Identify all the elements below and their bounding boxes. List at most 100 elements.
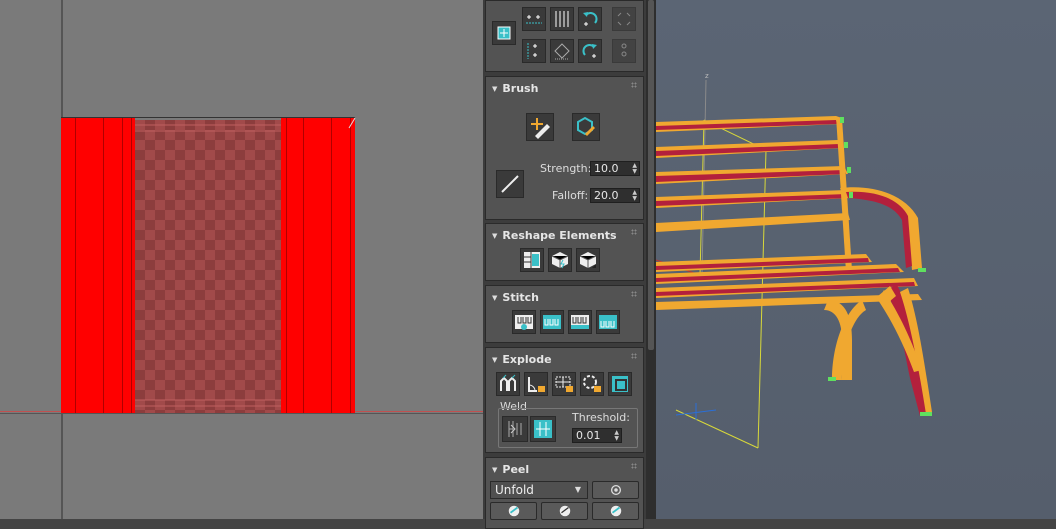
relax-button[interactable] xyxy=(548,248,572,272)
flatten-by-angle-button[interactable] xyxy=(524,372,548,396)
uv-edges-overlay xyxy=(135,117,356,407)
explode-rollout: ▼ Explode Weld Threshold: 0.01 ▲ ▼ xyxy=(485,347,644,453)
3d-viewport[interactable]: z xyxy=(656,0,1056,519)
pins-icon xyxy=(610,505,622,517)
stitch-average-button[interactable] xyxy=(568,310,592,334)
break-icon xyxy=(500,374,516,391)
scrollbar-thumb[interactable] xyxy=(648,0,654,350)
stitch-target-button[interactable] xyxy=(540,310,564,334)
rotate-ccw-button[interactable] xyxy=(578,7,602,31)
peel-mode-dropdown[interactable]: Unfold ▼ xyxy=(490,481,588,499)
space-vertical-icon xyxy=(555,11,569,27)
peel-mode-button[interactable] xyxy=(541,502,588,520)
freeform-gizmo-button[interactable] xyxy=(492,21,516,45)
move-brush-icon xyxy=(531,118,550,139)
relax-settings-button[interactable] xyxy=(576,248,600,272)
rollout-grip-icon[interactable] xyxy=(631,82,637,88)
stitch-source-button[interactable] xyxy=(596,310,620,334)
flatten-by-angle-icon xyxy=(528,377,545,392)
relax-settings-icon xyxy=(579,252,597,268)
break-button[interactable] xyxy=(496,372,520,396)
strength-spinner[interactable]: 10.0 ▲ ▼ xyxy=(590,161,640,176)
pins-button[interactable] xyxy=(592,502,639,520)
flatten-by-polygon-button[interactable] xyxy=(552,372,576,396)
threshold-value: 0.01 xyxy=(576,429,601,442)
rollout-grip-icon[interactable] xyxy=(631,463,637,469)
brush-rollout: ▼ Brush Strength: 10.0 ▲ ▼ Falloff: 20.0 ▲ ▼ xyxy=(485,76,644,220)
flatten-by-smoothing-button[interactable] xyxy=(580,372,604,396)
space-horizontal-button[interactable] xyxy=(550,39,574,63)
uv-editor-viewport[interactable] xyxy=(0,0,483,519)
stitch-custom-button[interactable] xyxy=(512,310,536,334)
brush-rollout-header[interactable]: ▼ Brush xyxy=(492,82,538,95)
threshold-label: Threshold: xyxy=(572,411,630,424)
stitch-custom-icon xyxy=(515,315,533,330)
threshold-spinner[interactable]: 0.01 ▲ ▼ xyxy=(572,428,622,443)
stitch-title: Stitch xyxy=(502,291,539,304)
falloff-curve-icon xyxy=(501,175,519,193)
rotate-ccw-icon xyxy=(583,12,598,26)
reshape-rollout-header[interactable]: ▼ Reshape Elements xyxy=(492,229,617,242)
spinner-arrows-icon[interactable]: ▲ ▼ xyxy=(632,190,637,202)
stitch-rollout: ▼ Stitch xyxy=(485,285,644,343)
align-horizontal-icon xyxy=(526,15,542,24)
freeform-icon xyxy=(497,26,511,40)
stitch-average-icon xyxy=(571,315,589,329)
flatten-by-material-button[interactable] xyxy=(608,372,632,396)
rotate-cw-button[interactable] xyxy=(578,39,602,63)
peel-title: Peel xyxy=(502,463,530,476)
quick-peel-button[interactable] xyxy=(490,502,537,520)
reshape-title: Reshape Elements xyxy=(502,229,617,242)
spinner-arrows-icon[interactable]: ▲ ▼ xyxy=(614,430,619,442)
flatten-by-smoothing-icon xyxy=(583,375,601,392)
panel-scrollbar[interactable] xyxy=(646,0,656,519)
relax-icon xyxy=(551,252,569,269)
explode-rollout-header[interactable]: ▼ Explode xyxy=(492,353,552,366)
peel-mode-value: Unfold xyxy=(495,483,534,497)
align-horizontal-button[interactable] xyxy=(522,7,546,31)
rollout-grip-icon[interactable] xyxy=(631,353,637,359)
flatten-by-polygon-icon xyxy=(555,376,573,392)
flip-icon xyxy=(617,12,631,26)
flip-button[interactable] xyxy=(612,7,636,31)
rollout-grip-icon[interactable] xyxy=(631,229,637,235)
pivot-icon xyxy=(621,43,627,57)
stitch-rollout-header[interactable]: ▼ Stitch xyxy=(492,291,539,304)
svg-text:z: z xyxy=(705,72,709,80)
stitch-target-icon xyxy=(543,315,561,329)
falloff-label: Falloff: xyxy=(552,189,589,202)
align-vertical-button[interactable] xyxy=(522,39,546,63)
strength-value: 10.0 xyxy=(594,162,619,175)
spinner-arrows-icon[interactable]: ▲ ▼ xyxy=(632,163,637,175)
straighten-icon xyxy=(524,252,540,268)
strength-label: Strength: xyxy=(540,162,592,175)
target-weld-icon xyxy=(534,420,552,438)
transform-rollout xyxy=(485,0,644,72)
space-horizontal-icon xyxy=(554,43,570,60)
straighten-button[interactable] xyxy=(520,248,544,272)
peel-mode-icon xyxy=(559,505,571,517)
quick-peel-icon xyxy=(508,505,520,517)
brush-title: Brush xyxy=(502,82,539,95)
peel-rollout-header[interactable]: ▼ Peel xyxy=(492,463,529,476)
pivot-button[interactable] xyxy=(612,39,636,63)
move-brush-button[interactable] xyxy=(526,113,554,141)
gear-icon xyxy=(610,484,622,496)
rollout-grip-icon[interactable] xyxy=(631,291,637,297)
relax-brush-icon xyxy=(577,116,595,136)
stitch-source-icon xyxy=(599,315,617,329)
rotate-cw-icon xyxy=(582,44,597,58)
flatten-by-material-icon xyxy=(612,376,628,392)
weld-selected-icon xyxy=(508,421,522,437)
align-vertical-icon xyxy=(527,43,537,59)
chevron-down-icon: ▼ xyxy=(574,485,581,494)
peel-settings-button[interactable] xyxy=(592,481,639,499)
falloff-spinner[interactable]: 20.0 ▲ ▼ xyxy=(590,188,640,203)
target-weld-button[interactable] xyxy=(530,416,556,442)
falloff-curve-button[interactable] xyxy=(496,170,524,198)
space-vertical-button[interactable] xyxy=(550,7,574,31)
relax-brush-button[interactable] xyxy=(572,113,600,141)
weld-selected-button[interactable] xyxy=(502,416,528,442)
falloff-value: 20.0 xyxy=(594,189,619,202)
bench-model[interactable]: z xyxy=(656,0,1056,519)
